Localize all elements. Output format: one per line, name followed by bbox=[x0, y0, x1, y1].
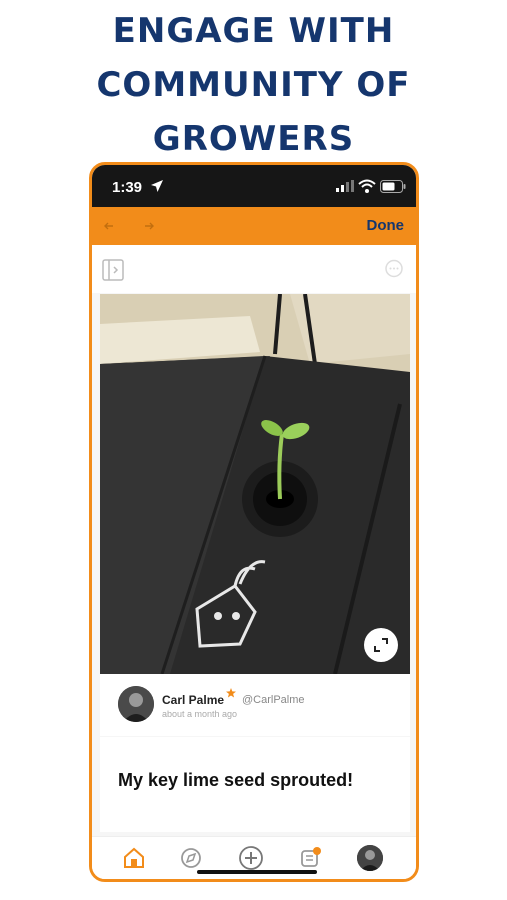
expand-image-button[interactable] bbox=[364, 628, 398, 662]
post-text: My key lime seed sprouted! bbox=[118, 770, 354, 790]
post-toolbar bbox=[92, 245, 416, 293]
battery-icon bbox=[380, 180, 406, 193]
profile-avatar bbox=[357, 845, 383, 871]
author-card: Carl Palme @CarlPalme about a month ago bbox=[100, 674, 410, 736]
phone-frame: 1:39 Done Carl Palme @CarlPalme about a … bbox=[89, 162, 419, 882]
headline-line-1: ENGAGE WITH bbox=[112, 11, 395, 51]
headline-line-2: COMMUNITY OF bbox=[96, 65, 411, 105]
nav-bar: Done bbox=[92, 207, 416, 245]
status-time: 1:39 bbox=[112, 179, 143, 196]
tab-explore[interactable] bbox=[178, 845, 204, 871]
post-body: My key lime seed sprouted! bbox=[100, 737, 410, 832]
status-bar: 1:39 bbox=[92, 165, 416, 207]
forward-arrow-icon[interactable] bbox=[144, 222, 154, 230]
post-content: Carl Palme @CarlPalme about a month ago … bbox=[92, 245, 416, 840]
feed-icon bbox=[301, 847, 321, 867]
home-indicator bbox=[197, 870, 317, 874]
star-icon bbox=[226, 688, 236, 698]
author-avatar[interactable] bbox=[118, 686, 154, 722]
headline-line-3: GROWERS bbox=[152, 119, 355, 159]
home-icon bbox=[124, 847, 144, 868]
wifi-icon bbox=[358, 179, 376, 193]
expand-icon bbox=[374, 638, 388, 652]
tab-add[interactable] bbox=[238, 845, 264, 871]
author-handle[interactable]: @CarlPalme bbox=[242, 694, 305, 706]
sidebar-toggle-icon[interactable] bbox=[102, 259, 124, 281]
signal-icon bbox=[336, 180, 354, 192]
headline: ENGAGE WITH COMMUNITY OF GROWERS bbox=[0, 4, 507, 166]
tab-feed[interactable] bbox=[297, 845, 323, 871]
seedling-photo bbox=[100, 294, 410, 674]
avatar-image bbox=[118, 686, 154, 722]
tab-profile[interactable] bbox=[357, 845, 383, 871]
add-icon bbox=[239, 846, 263, 870]
post-image bbox=[100, 294, 410, 674]
author-name[interactable]: Carl Palme bbox=[162, 693, 224, 707]
post-timestamp: about a month ago bbox=[162, 709, 238, 719]
chat-icon[interactable] bbox=[384, 259, 404, 279]
explore-icon bbox=[181, 848, 201, 868]
tab-home[interactable] bbox=[121, 845, 147, 871]
tab-bar bbox=[92, 836, 416, 879]
back-arrow-icon[interactable] bbox=[104, 222, 114, 230]
done-button[interactable]: Done bbox=[367, 217, 405, 234]
location-arrow-icon bbox=[151, 180, 163, 192]
